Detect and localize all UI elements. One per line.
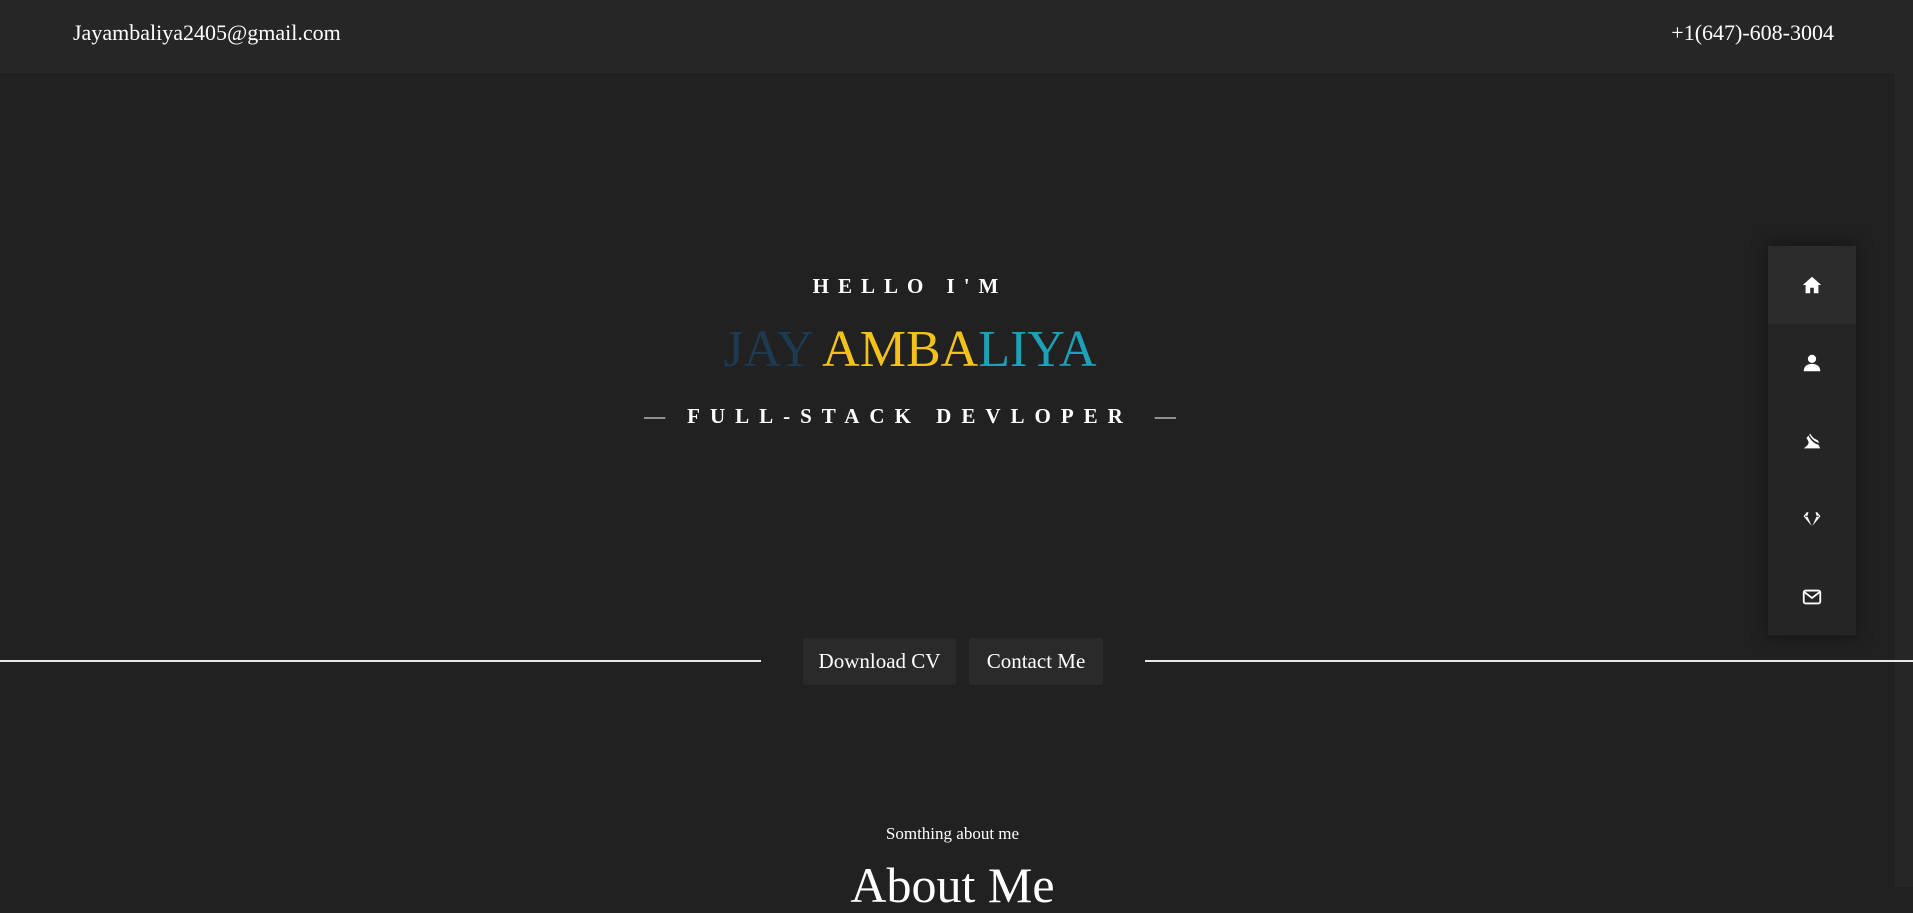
about-title: About Me — [850, 857, 1055, 913]
projects-icon — [1803, 433, 1821, 449]
hero-name-part-3: LIYA — [978, 321, 1097, 378]
divider-left — [0, 660, 761, 662]
download-cv-button[interactable]: Download CV — [803, 638, 956, 685]
scrollbar-track[interactable] — [1895, 73, 1913, 887]
side-nav-about[interactable] — [1768, 324, 1856, 402]
envelope-icon — [1802, 589, 1822, 605]
hero-role: — FULL-STACK DEVLOPER — — [0, 404, 1820, 429]
role-text: FULL-STACK DEVLOPER — [687, 404, 1133, 428]
divider-right — [1145, 660, 1913, 662]
home-icon — [1802, 276, 1822, 294]
diamond-icon — [1802, 511, 1822, 529]
about-subtitle: Somthing about me — [885, 824, 1020, 843]
side-nav-projects[interactable] — [1768, 402, 1856, 480]
hero-intro: HELLO I'M — [812, 274, 1008, 298]
hero-name-part-2: AMBA — [812, 321, 979, 378]
hero-name: JAY AMBALIYA — [0, 320, 1820, 379]
contact-me-button[interactable]: Contact Me — [969, 638, 1103, 685]
side-nav-contact[interactable] — [1768, 558, 1856, 636]
phone-link[interactable]: +1(647)-608-3004 — [1671, 20, 1834, 46]
user-icon — [1803, 354, 1821, 372]
role-dash-left: — — [644, 404, 666, 428]
email-link[interactable]: Jayambaliya2405@gmail.com — [73, 20, 341, 46]
top-contact-bar: Jayambaliya2405@gmail.com +1(647)-608-30… — [0, 0, 1913, 73]
side-nav-skills[interactable] — [1768, 480, 1856, 558]
hero-name-part-1: JAY — [723, 321, 813, 378]
side-nav-home[interactable] — [1768, 246, 1856, 324]
side-nav — [1768, 246, 1856, 635]
role-dash-right: — — [1154, 404, 1176, 428]
